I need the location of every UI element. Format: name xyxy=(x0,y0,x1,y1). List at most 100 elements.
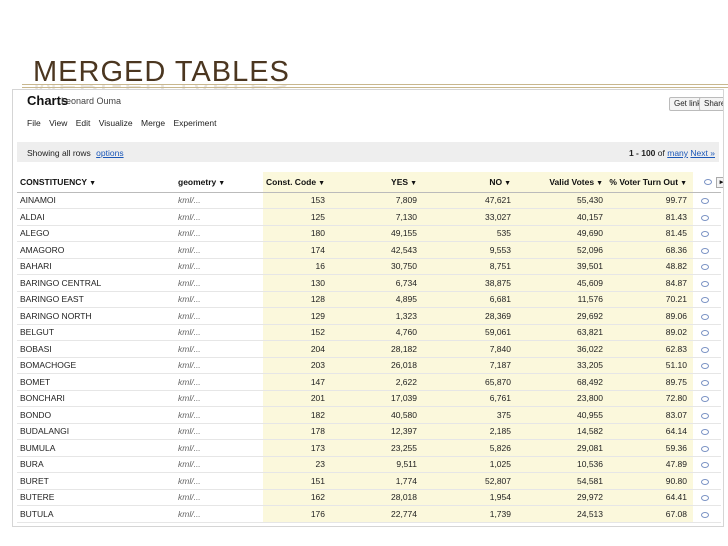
cell-comment xyxy=(693,390,721,407)
title-rule-secondary xyxy=(22,87,728,88)
table-row[interactable]: BOMET kml/... 147 2,622 65,870 68,492 89.75 xyxy=(17,373,721,391)
table-row[interactable]: BURET kml/... 151 1,774 52,807 54,581 90.80 xyxy=(17,472,721,490)
cell-constituency: BUTERE xyxy=(17,489,175,506)
col-header-const-code[interactable]: Const. Code ▼ xyxy=(263,172,331,193)
cell-geometry: kml/... xyxy=(175,307,263,325)
cell-no: 33,027 xyxy=(423,208,517,226)
menu-view[interactable]: View xyxy=(49,118,67,128)
table-row[interactable]: BELGUT kml/... 152 4,760 59,061 63,821 89.02 xyxy=(17,324,721,341)
cell-geometry: kml/... xyxy=(175,274,263,292)
comment-icon[interactable] xyxy=(701,511,709,518)
col-header-valid-votes[interactable]: Valid Votes ▼ xyxy=(517,172,609,193)
col-header-voter-turnout[interactable]: % Voter Turn Out ▼ xyxy=(609,172,693,193)
cell-const-code: 176 xyxy=(263,505,331,523)
data-table-wrapper: CONSTITUENCY ▼ geometry ▼ Const. Code ▼ YES… xyxy=(17,172,723,523)
comment-icon[interactable] xyxy=(701,495,709,501)
cell-yes: 9,511 xyxy=(331,456,423,473)
table-row[interactable]: BAHARI kml/... 16 30,750 8,751 39,501 48.82 xyxy=(17,258,721,275)
cell-yes: 49,155 xyxy=(331,225,423,242)
cell-const-code: 201 xyxy=(263,390,331,407)
cell-comment xyxy=(693,406,721,424)
comment-icon[interactable] xyxy=(701,231,709,237)
cell-comment xyxy=(693,505,721,523)
comment-icon[interactable] xyxy=(701,445,709,452)
cell-comment xyxy=(693,439,721,457)
comment-icon[interactable] xyxy=(701,346,709,353)
scroll-right-icon[interactable]: ▸ xyxy=(716,176,723,188)
cell-const-code: 162 xyxy=(263,489,331,506)
comment-icon[interactable] xyxy=(701,363,709,369)
share-button[interactable]: Share xyxy=(699,97,723,111)
col-header-geometry[interactable]: geometry ▼ xyxy=(175,172,263,193)
cell-voter-turnout: 89.75 xyxy=(609,373,693,391)
cell-constituency: BONDO xyxy=(17,406,175,424)
comment-icon[interactable] xyxy=(701,396,709,402)
cell-comment xyxy=(693,489,721,506)
table-row[interactable]: BARINGO NORTH kml/... 129 1,323 28,369 29,692… xyxy=(17,307,721,325)
comment-icon[interactable] xyxy=(701,313,709,320)
comment-icon[interactable] xyxy=(701,264,709,270)
table-row[interactable]: ALDAI kml/... 125 7,130 33,027 40,157 81.43 xyxy=(17,208,721,226)
next-link[interactable]: Next » xyxy=(690,148,715,158)
cell-voter-turnout: 64.14 xyxy=(609,423,693,440)
menu-file[interactable]: File xyxy=(27,118,41,128)
many-link[interactable]: many xyxy=(667,148,688,158)
cell-geometry: kml/... xyxy=(175,373,263,391)
comment-icon[interactable] xyxy=(701,247,709,254)
col-header-constituency[interactable]: CONSTITUENCY ▼ xyxy=(17,172,175,193)
cell-const-code: 130 xyxy=(263,274,331,292)
comment-icon[interactable] xyxy=(701,478,709,485)
menu-visualize[interactable]: Visualize xyxy=(99,118,133,128)
table-row[interactable]: BUMULA kml/... 173 23,255 5,826 29,081 59.36 xyxy=(17,439,721,457)
cell-voter-turnout: 48.82 xyxy=(609,258,693,275)
cell-valid-votes: 45,609 xyxy=(517,274,609,292)
cell-constituency: AINAMOI xyxy=(17,192,175,209)
comment-icon[interactable] xyxy=(701,412,709,419)
cell-geometry: kml/... xyxy=(175,505,263,523)
table-row[interactable]: BUDALANGI kml/... 178 12,397 2,185 14,582 64.1… xyxy=(17,423,721,440)
comment-icon[interactable] xyxy=(704,178,712,185)
table-row[interactable]: AINAMOI kml/... 153 7,809 47,621 55,430 99.77 xyxy=(17,192,721,209)
table-row[interactable]: BONCHARI kml/... 201 17,039 6,761 23,800 72.80 xyxy=(17,390,721,407)
cell-const-code: 153 xyxy=(263,192,331,209)
cell-constituency: AMAGORO xyxy=(17,241,175,259)
options-link[interactable]: options xyxy=(96,148,123,158)
col-header-no[interactable]: NO ▼ xyxy=(423,172,517,193)
cell-comment xyxy=(693,373,721,391)
menu-merge[interactable]: Merge xyxy=(141,118,165,128)
table-row[interactable]: ALEGO kml/... 180 49,155 535 49,690 81.45 xyxy=(17,225,721,242)
table-row[interactable]: BARINGO CENTRAL kml/... 130 6,734 38,875 45,6… xyxy=(17,274,721,292)
cell-comment xyxy=(693,241,721,259)
comment-icon[interactable] xyxy=(701,297,709,303)
table-row[interactable]: AMAGORO kml/... 174 42,543 9,553 52,096 68.36 xyxy=(17,241,721,259)
menu-edit[interactable]: Edit xyxy=(76,118,91,128)
cell-const-code: 147 xyxy=(263,373,331,391)
comment-icon[interactable] xyxy=(701,379,709,386)
comment-icon[interactable] xyxy=(701,429,709,435)
cell-voter-turnout: 81.45 xyxy=(609,225,693,242)
table-row[interactable]: BARINGO EAST kml/... 128 4,895 6,681 11,576 70… xyxy=(17,291,721,308)
caret-down-icon: ▼ xyxy=(680,179,687,187)
comment-icon[interactable] xyxy=(701,198,709,204)
table-row[interactable]: BONDO kml/... 182 40,580 375 40,955 83.07 xyxy=(17,406,721,424)
cell-geometry: kml/... xyxy=(175,423,263,440)
comment-icon[interactable] xyxy=(701,330,709,336)
menu-experiment[interactable]: Experiment xyxy=(173,118,216,128)
cell-valid-votes: 49,690 xyxy=(517,225,609,242)
comment-icon[interactable] xyxy=(701,214,709,221)
table-row[interactable]: BUTERE kml/... 162 28,018 1,954 29,972 64.41 xyxy=(17,489,721,506)
cell-no: 7,840 xyxy=(423,340,517,358)
comment-icon[interactable] xyxy=(701,462,709,468)
cell-constituency: BOMACHOGE xyxy=(17,357,175,374)
comment-icon[interactable] xyxy=(701,280,709,287)
cell-valid-votes: 10,536 xyxy=(517,456,609,473)
cell-yes: 2,622 xyxy=(331,373,423,391)
col-header-yes[interactable]: YES ▼ xyxy=(331,172,423,193)
table-row[interactable]: BOMACHOGE kml/... 203 26,018 7,187 33,205 51.1… xyxy=(17,357,721,374)
cell-const-code: 174 xyxy=(263,241,331,259)
table-row[interactable]: BUTULA kml/... 176 22,774 1,739 24,513 67.08 xyxy=(17,505,721,523)
table-row[interactable]: BOBASI kml/... 204 28,182 7,840 36,022 62.83 xyxy=(17,340,721,358)
table-row[interactable]: BURA kml/... 23 9,511 1,025 10,536 47.89 xyxy=(17,456,721,473)
cell-no: 535 xyxy=(423,225,517,242)
cell-const-code: 16 xyxy=(263,258,331,275)
